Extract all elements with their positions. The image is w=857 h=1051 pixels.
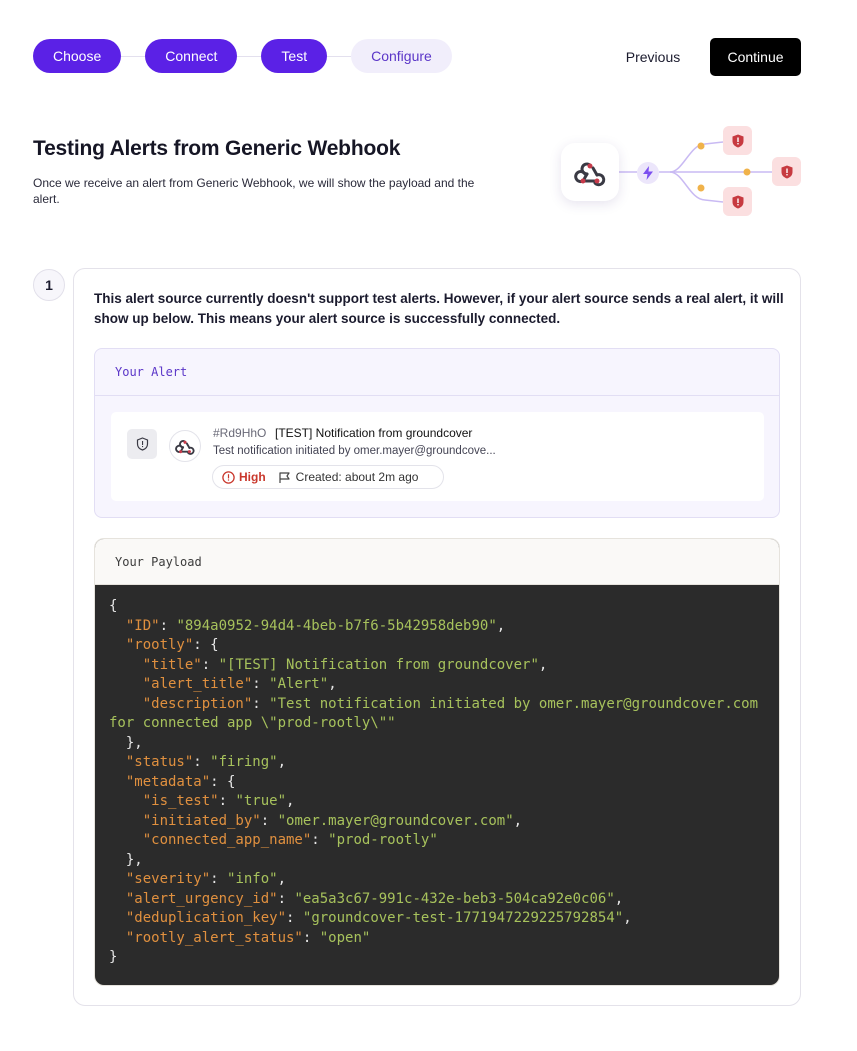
continue-button[interactable]: Continue	[710, 38, 801, 76]
alert-short-id: #Rd9HhO	[213, 426, 267, 440]
your-alert-header: Your Alert	[95, 349, 779, 396]
webhook-icon	[561, 143, 619, 201]
bolt-icon	[637, 162, 659, 184]
alert-meta-pill: High Created: about 2m ago	[212, 465, 444, 489]
step-number-badge: 1	[33, 269, 65, 301]
shield-icon	[772, 157, 801, 186]
shield-icon[interactable]	[127, 429, 157, 459]
step-test[interactable]: Test	[261, 39, 328, 73]
step-connect[interactable]: Connect	[145, 39, 238, 73]
severity-label: High	[239, 470, 266, 484]
alert-title[interactable]: [TEST] Notification from groundcover	[275, 426, 472, 440]
your-payload-header: Your Payload	[95, 539, 779, 585]
webhook-icon	[169, 430, 201, 462]
your-payload-section: Your Payload { "ID": "894a0952-94d4-4beb…	[94, 538, 780, 986]
alert-list-item[interactable]: #Rd9HhO [TEST] Notification from groundc…	[111, 412, 764, 501]
created-label: Created: about 2m ago	[295, 470, 419, 484]
step-configure[interactable]: Configure	[351, 39, 452, 73]
step-connector	[237, 55, 262, 57]
wizard-stepper: Choose Connect Test Configure	[33, 39, 452, 73]
previous-button[interactable]: Previous	[612, 38, 694, 76]
alert-circle-icon	[222, 470, 235, 484]
page-subtitle: Once we receive an alert from Generic We…	[33, 176, 475, 206]
severity-badge: High	[222, 470, 266, 484]
step-connector	[327, 55, 352, 57]
step-choose[interactable]: Choose	[33, 39, 122, 73]
flag-icon	[279, 471, 290, 483]
page-title: Testing Alerts from Generic Webhook	[33, 137, 401, 160]
shield-icon	[723, 187, 752, 216]
test-step-card: This alert source currently doesn't supp…	[73, 268, 801, 1006]
step-connector	[121, 55, 146, 57]
alert-description: Test notification initiated by omer.maye…	[213, 445, 496, 457]
test-instructions: This alert source currently doesn't supp…	[94, 291, 784, 326]
payload-json[interactable]: { "ID": "894a0952-94d4-4beb-b7f6-5b42958…	[95, 585, 779, 968]
shield-icon	[723, 126, 752, 155]
connection-illustration	[555, 122, 805, 222]
created-time: Created: about 2m ago	[278, 470, 419, 484]
your-alert-section: Your Alert #Rd9HhO [TEST] Notification f…	[94, 348, 780, 518]
